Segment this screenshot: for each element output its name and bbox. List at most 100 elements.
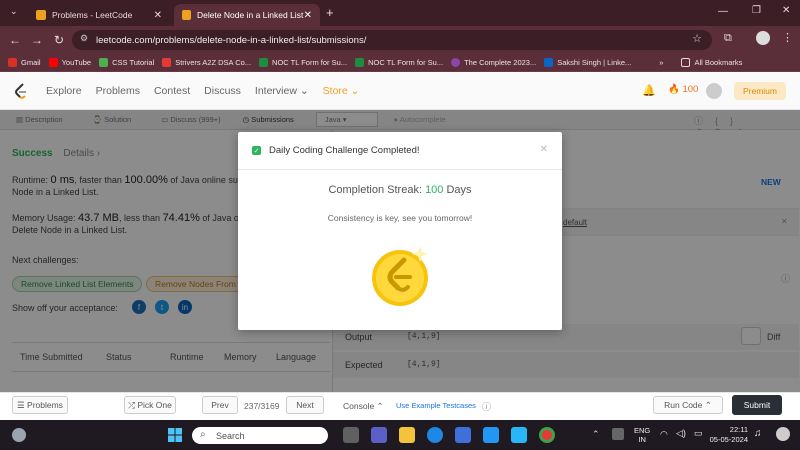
- url-field[interactable]: ⚙ leetcode.com/problems/delete-node-in-a…: [72, 30, 712, 50]
- weather-icon[interactable]: [12, 428, 26, 442]
- restore-icon[interactable]: ❐: [752, 5, 761, 16]
- leetcode-logo-icon[interactable]: [14, 82, 28, 99]
- back-icon[interactable]: ←: [4, 33, 26, 47]
- notification-icon[interactable]: ♫: [754, 428, 762, 439]
- sheets-icon: [355, 58, 365, 67]
- tray-app-icon[interactable]: [612, 428, 624, 440]
- shuffle-icon: ⤮: [128, 399, 138, 410]
- bookmark-complete-2023[interactable]: The Complete 2023...: [451, 58, 536, 67]
- nav-explore[interactable]: Explore: [46, 85, 82, 97]
- challenge-completed-modal: ✓ Daily Coding Challenge Completed! ✕ Co…: [238, 132, 562, 330]
- app-icon[interactable]: [483, 427, 499, 443]
- all-bookmarks[interactable]: All Bookmarks: [681, 58, 742, 67]
- bookmarks-bar: Gmail YouTube CSS Tutorial Strivers A2Z …: [0, 54, 800, 72]
- bookmark-noc-form-2[interactable]: NOC TL Form for Su...: [355, 58, 443, 67]
- fire-icon: 🔥: [668, 84, 680, 95]
- browser-tab-active[interactable]: Delete Node in a Linked List - L ✕: [174, 4, 320, 26]
- pick-one-button[interactable]: ⤮ Pick One: [124, 396, 176, 414]
- premium-button[interactable]: Premium: [734, 82, 786, 100]
- vscode-icon[interactable]: [511, 427, 527, 443]
- bookmark-gmail[interactable]: Gmail: [8, 58, 41, 67]
- next-button[interactable]: Next: [286, 396, 324, 414]
- folder-icon: [681, 58, 691, 67]
- submit-button[interactable]: Submit: [732, 395, 782, 415]
- address-bar-row: ← → ↻ ⚙ leetcode.com/problems/delete-nod…: [0, 26, 800, 54]
- sheets-icon: [259, 58, 269, 67]
- forward-icon[interactable]: →: [26, 33, 48, 47]
- tab-search-icon[interactable]: ⌄: [10, 6, 18, 17]
- list-icon: ☰: [17, 399, 28, 410]
- bookmark-youtube[interactable]: YouTube: [48, 58, 91, 67]
- run-code-button[interactable]: Run Code ⌃: [653, 396, 723, 414]
- nav-problems[interactable]: Problems: [96, 85, 140, 97]
- extensions-icon[interactable]: ⧉: [724, 32, 732, 45]
- profile-avatar[interactable]: [756, 31, 770, 45]
- youtube-icon: [48, 58, 58, 67]
- modal-close-icon[interactable]: ✕: [540, 144, 548, 155]
- course-icon: [451, 58, 461, 67]
- user-avatar[interactable]: [706, 83, 722, 99]
- coins-counter[interactable]: 🔥 100: [668, 84, 698, 95]
- taskbar-search[interactable]: ⌕ Search: [192, 427, 328, 444]
- bookmark-linkedin[interactable]: Sakshi Singh | Linke...: [544, 58, 631, 67]
- problems-button[interactable]: ☰ Problems: [12, 396, 68, 414]
- console-toggle[interactable]: Console ⌃: [343, 401, 384, 412]
- close-tab-icon[interactable]: ✕: [154, 10, 162, 21]
- bookmark-css-tutorial[interactable]: CSS Tutorial: [99, 58, 154, 67]
- browser-tab[interactable]: Problems - LeetCode ✕: [28, 4, 170, 26]
- task-view-icon[interactable]: [343, 427, 359, 443]
- bookmark-strivers[interactable]: Strivers A2Z DSA Co...: [162, 58, 251, 67]
- modal-header: ✓ Daily Coding Challenge Completed! ✕: [238, 132, 562, 170]
- url-text: leetcode.com/problems/delete-node-in-a-l…: [96, 34, 367, 46]
- tray-chevron-icon[interactable]: ⌃: [592, 429, 600, 440]
- windows-start-icon[interactable]: [168, 428, 182, 442]
- bookmark-star-icon[interactable]: ☆: [692, 32, 702, 45]
- new-tab-icon[interactable]: +: [326, 5, 334, 20]
- w3schools-icon: [99, 58, 109, 67]
- leetcode-favicon-icon: [36, 10, 46, 20]
- site-info-icon[interactable]: ⚙: [80, 33, 88, 44]
- prev-button[interactable]: Prev: [202, 396, 238, 414]
- close-window-icon[interactable]: ✕: [782, 5, 790, 16]
- modal-message: Consistency is key, see you tomorrow!: [327, 213, 473, 223]
- teams-icon[interactable]: [371, 427, 387, 443]
- wifi-icon[interactable]: ◠: [660, 429, 668, 440]
- leetcode-favicon-icon: [182, 10, 191, 20]
- chrome-icon[interactable]: [539, 427, 555, 443]
- tab-title: Problems - LeetCode: [52, 10, 133, 20]
- completion-streak: Completion Streak: 100 Days: [328, 184, 472, 196]
- checkbox-check-icon: ✓: [252, 146, 261, 155]
- nav-contest[interactable]: Contest: [154, 85, 190, 97]
- bookmark-noc-form-1[interactable]: NOC TL Form for Su...: [259, 58, 347, 67]
- nav-interview[interactable]: Interview ⌄: [255, 85, 309, 97]
- linkedin-icon: [544, 58, 554, 67]
- browser-tab-bar: Problems - LeetCode ✕ Delete Node in a L…: [0, 0, 800, 26]
- file-explorer-icon[interactable]: [399, 427, 415, 443]
- notification-bell-icon[interactable]: 🔔: [642, 84, 656, 97]
- edge-icon[interactable]: [427, 427, 443, 443]
- leetcode-navbar: Explore Problems Contest Discuss Intervi…: [0, 72, 800, 110]
- nav-store[interactable]: Store ⌄: [323, 85, 360, 97]
- reload-icon[interactable]: ↻: [48, 33, 70, 47]
- example-testcases-link[interactable]: Use Example Testcases: [396, 401, 476, 410]
- leetcode-coin-icon: [370, 244, 434, 308]
- volume-icon[interactable]: ◁): [676, 428, 686, 439]
- help-icon[interactable]: ⓘ: [482, 400, 491, 413]
- modal-title: Daily Coding Challenge Completed!: [269, 145, 420, 156]
- bottom-action-bar: ☰ Problems ⤮ Pick One Prev 237/3169 Next…: [0, 392, 800, 420]
- store-icon[interactable]: [455, 427, 471, 443]
- minimize-icon[interactable]: —: [718, 6, 728, 17]
- battery-icon[interactable]: ▭: [694, 428, 703, 439]
- takeuforward-icon: [162, 58, 172, 67]
- search-icon: ⌕: [200, 429, 206, 440]
- nav-discuss[interactable]: Discuss: [204, 85, 241, 97]
- close-tab-icon[interactable]: ✕: [304, 10, 312, 21]
- gmail-icon: [8, 58, 17, 67]
- copilot-icon[interactable]: [776, 427, 790, 441]
- problem-counter: 237/3169: [244, 401, 280, 411]
- language-indicator[interactable]: ENG IN: [634, 426, 650, 444]
- clock[interactable]: 22:11 05-05-2024: [708, 425, 748, 445]
- more-bookmarks-icon[interactable]: »: [659, 58, 663, 67]
- menu-icon[interactable]: ⋮: [782, 31, 793, 44]
- windows-taskbar: ⌕ Search ⌃ ENG IN ◠ ◁) ▭ 22:11 05-05-202…: [0, 420, 800, 450]
